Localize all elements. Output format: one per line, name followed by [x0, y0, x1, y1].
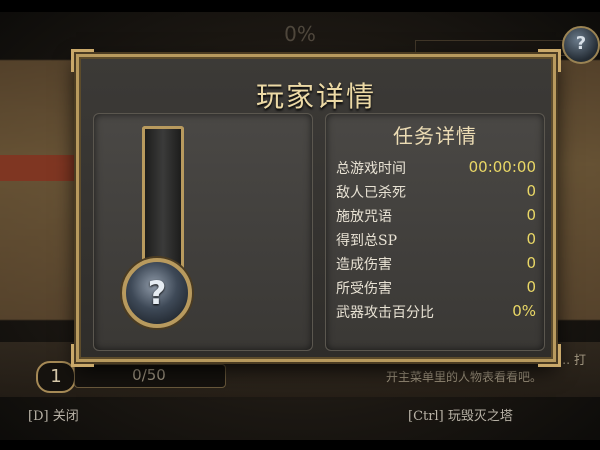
- stat-value: 0%: [512, 302, 536, 320]
- xp-text: 0/50: [132, 366, 166, 384]
- quest-details-panel: 任务详情 总游戏时间 00:00:00 敌人已杀死 0 施放咒语 0 得到总SP…: [325, 113, 545, 351]
- stat-label: 得到总SP: [336, 233, 398, 249]
- stat-label: 施放咒语: [336, 209, 392, 225]
- stat-value: 00:00:00: [468, 158, 536, 176]
- tip-line-2: 开主菜单里的人物表看看吧。: [386, 370, 543, 384]
- stat-row-play-time: 总游戏时间 00:00:00: [336, 158, 536, 180]
- stat-value: 0: [526, 230, 536, 248]
- letterbox-top: [0, 0, 600, 12]
- help-icon[interactable]: ?: [562, 26, 600, 64]
- stat-label: 所受伤害: [336, 281, 392, 297]
- quest-details-title: 任务详情: [393, 124, 477, 148]
- letterbox-bottom: [0, 440, 600, 450]
- player-details-dialog: 玩家详情 ? 任务详情 总游戏时间 00:00:00 敌人已杀死 0 施放咒语 …: [71, 49, 561, 367]
- portrait-panel: ?: [93, 113, 313, 351]
- gauge-tube: [142, 126, 184, 279]
- close-hint[interactable]: [D] 关闭: [28, 405, 79, 424]
- stat-value: 0: [526, 206, 536, 224]
- stat-row-total-sp: 得到总SP 0: [336, 230, 536, 252]
- gauge-bulb[interactable]: ?: [122, 258, 192, 328]
- play-tower-hint[interactable]: [Ctrl] 玩毁灭之塔: [408, 405, 513, 424]
- frame-corner: [71, 344, 94, 367]
- stat-row-damage-dealt: 造成伤害 0: [336, 254, 536, 276]
- stat-label: 武器攻击百分比: [336, 305, 434, 321]
- question-mark-icon: ?: [147, 274, 167, 312]
- stat-label: 造成伤害: [336, 257, 392, 273]
- stat-label: 总游戏时间: [336, 161, 406, 177]
- stat-value: 0: [526, 278, 536, 296]
- stat-value: 0: [526, 254, 536, 272]
- game-screen: 0% ? 1 0/50 …… 打 开主菜单里的人物表看看吧。 [D] 关闭 [C…: [0, 0, 600, 450]
- stat-row-weapon-attack-percent: 武器攻击百分比 0%: [336, 302, 536, 324]
- stat-label: 敌人已杀死: [336, 185, 406, 201]
- stat-value: 0: [526, 182, 536, 200]
- stat-row-enemies-killed: 敌人已杀死 0: [336, 182, 536, 204]
- stat-row-damage-taken: 所受伤害 0: [336, 278, 536, 300]
- stat-row-spells-cast: 施放咒语 0: [336, 206, 536, 228]
- dialog-title: 玩家详情: [255, 80, 376, 113]
- level-badge: 1: [36, 361, 76, 393]
- frame-corner: [538, 49, 561, 72]
- frame-corner: [71, 49, 94, 72]
